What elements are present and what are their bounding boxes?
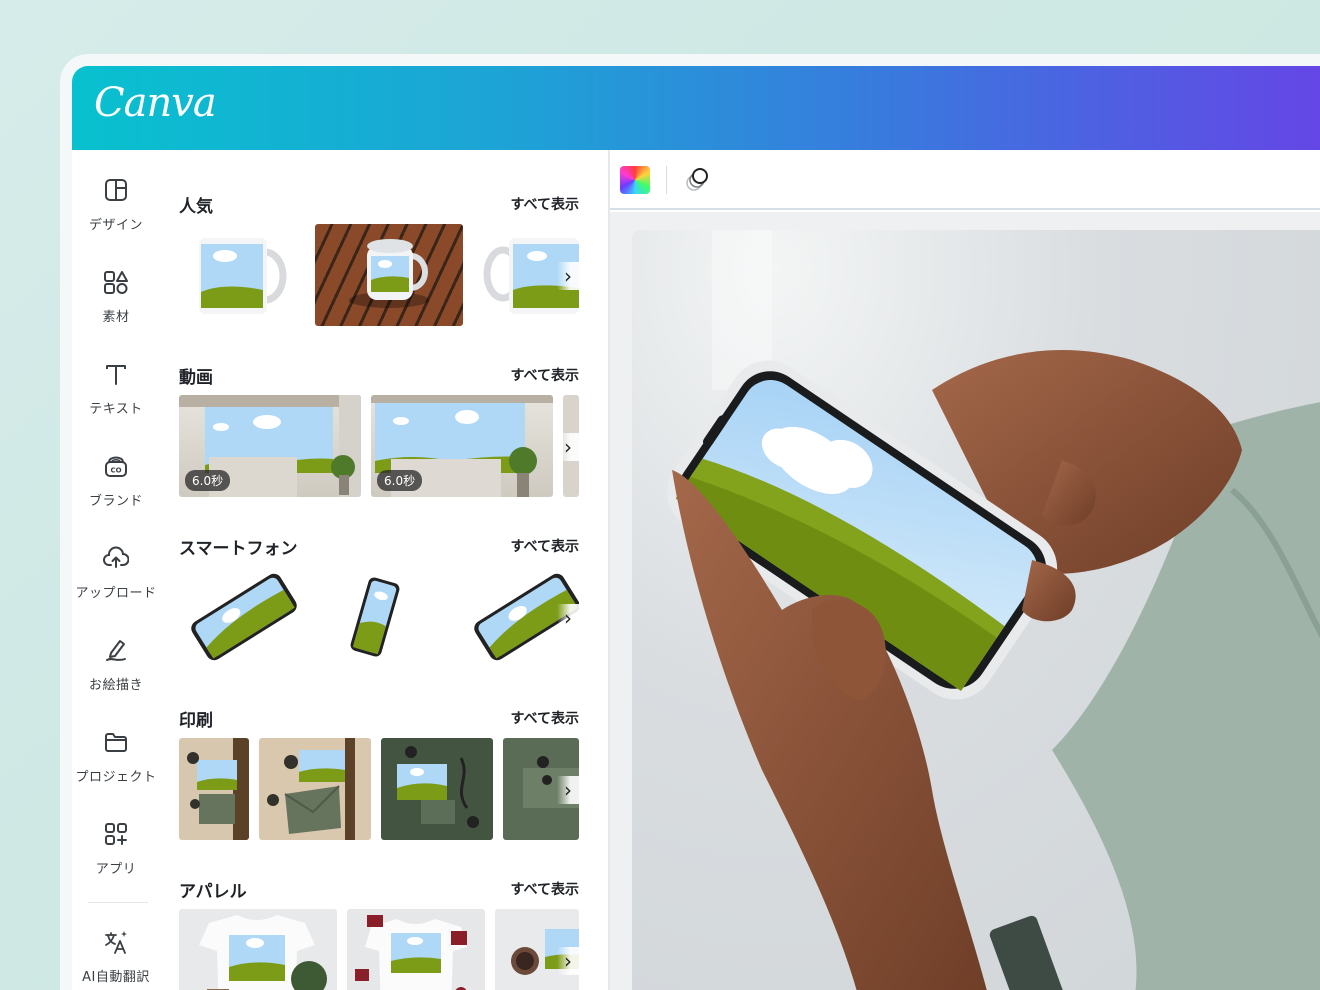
sidebar-item-label: アプリ bbox=[95, 862, 137, 877]
mockup-thumbnail-print[interactable] bbox=[381, 738, 493, 840]
see-all-link[interactable]: すべて表示 bbox=[511, 194, 579, 214]
canvas-area bbox=[610, 212, 1320, 990]
mockup-thumbnail-phone[interactable] bbox=[179, 566, 309, 668]
shapes-icon bbox=[102, 268, 130, 296]
sidebar-item-elements[interactable]: 素材 bbox=[72, 268, 160, 348]
section-apparel: アパレル すべて表示 › bbox=[179, 877, 579, 990]
editor-toolbar bbox=[610, 150, 1320, 210]
sidebar: デザイン 素材 テキスト CO ブランド アップロード お絵描き プロジェクト … bbox=[72, 150, 160, 990]
sidebar-item-label: デザイン bbox=[88, 218, 143, 233]
design-canvas[interactable] bbox=[632, 230, 1320, 990]
see-all-link[interactable]: すべて表示 bbox=[511, 879, 579, 899]
svg-text:CO: CO bbox=[110, 467, 121, 475]
brand-icon: CO bbox=[102, 452, 130, 480]
toolbar-divider bbox=[666, 166, 667, 194]
sidebar-item-projects[interactable]: プロジェクト bbox=[72, 728, 160, 808]
mockup-thumbnail-print[interactable] bbox=[259, 738, 371, 840]
sidebar-item-apps[interactable]: アプリ bbox=[72, 820, 160, 900]
mockup-thumbnail-phone[interactable] bbox=[325, 566, 425, 668]
sidebar-item-ai-translate[interactable]: AI自動翻訳 bbox=[72, 928, 160, 990]
video-thumbnail[interactable]: 6.0秒 bbox=[179, 395, 361, 497]
chevron-right-icon[interactable]: › bbox=[557, 433, 579, 461]
text-icon bbox=[102, 360, 130, 388]
draw-pen-icon bbox=[102, 636, 130, 664]
section-title: アパレル bbox=[179, 882, 247, 902]
sidebar-item-label: お絵描き bbox=[88, 678, 143, 693]
layers-icon[interactable] bbox=[682, 164, 714, 196]
sidebar-item-label: ブランド bbox=[88, 494, 143, 509]
translate-icon bbox=[102, 928, 130, 956]
sidebar-item-brand[interactable]: CO ブランド bbox=[72, 452, 160, 532]
duration-badge: 6.0秒 bbox=[185, 470, 231, 491]
video-thumbnail[interactable]: 6.0秒 bbox=[371, 395, 553, 497]
chevron-right-icon[interactable]: › bbox=[557, 947, 579, 975]
top-bar: Canva bbox=[72, 66, 1320, 150]
section-popular: 人気 すべて表示 › bbox=[179, 192, 579, 326]
color-picker-icon[interactable] bbox=[620, 166, 650, 194]
mockup-thumbnail-tshirt[interactable] bbox=[179, 909, 337, 990]
sidebar-item-design[interactable]: デザイン bbox=[72, 176, 160, 256]
chevron-right-icon[interactable]: › bbox=[557, 776, 579, 804]
section-title: 動画 bbox=[179, 368, 213, 388]
sidebar-item-label: アップロード bbox=[75, 586, 157, 601]
see-all-link[interactable]: すべて表示 bbox=[511, 536, 579, 556]
section-title: 印刷 bbox=[179, 711, 213, 731]
section-print: 印刷 すべて表示 › bbox=[179, 706, 579, 840]
mockup-thumbnail-print[interactable] bbox=[179, 738, 249, 840]
duration-badge: 6.0秒 bbox=[377, 470, 423, 491]
sidebar-item-text[interactable]: テキスト bbox=[72, 360, 160, 440]
section-video: 動画 すべて表示 6.0秒 6.0秒 › bbox=[179, 363, 579, 497]
sidebar-item-draw[interactable]: お絵描き bbox=[72, 636, 160, 716]
chevron-right-icon[interactable]: › bbox=[557, 262, 579, 290]
sidebar-divider bbox=[88, 902, 148, 903]
mockup-thumbnail-mug[interactable] bbox=[179, 224, 303, 326]
mockup-thumbnail-tshirt[interactable] bbox=[347, 909, 485, 990]
upload-cloud-icon bbox=[102, 544, 130, 572]
chevron-right-icon[interactable]: › bbox=[557, 604, 579, 632]
see-all-link[interactable]: すべて表示 bbox=[511, 365, 579, 385]
sidebar-item-label: プロジェクト bbox=[75, 770, 157, 785]
templates-panel: 人気 すべて表示 › 動画 すべて表示 6.0秒 6.0秒 › スマートフォン … bbox=[160, 150, 600, 990]
mockup-thumbnail-mug-table[interactable] bbox=[315, 224, 463, 326]
layout-icon bbox=[102, 176, 130, 204]
app-window: Canva デザイン 素材 テキスト CO ブランド アップロード お絵描き プ… bbox=[60, 54, 1320, 990]
section-smartphone: スマートフォン すべて表示 › bbox=[179, 534, 579, 668]
sidebar-item-label: テキスト bbox=[89, 402, 143, 417]
section-title: 人気 bbox=[179, 197, 213, 217]
folder-icon bbox=[102, 728, 130, 756]
sidebar-item-label: 素材 bbox=[102, 310, 130, 325]
apps-grid-icon bbox=[102, 820, 130, 848]
section-title: スマートフォン bbox=[179, 539, 298, 559]
see-all-link[interactable]: すべて表示 bbox=[511, 708, 579, 728]
phone-mockup-photo bbox=[666, 230, 1320, 990]
canva-logo[interactable]: Canva bbox=[94, 80, 217, 126]
sidebar-item-label: AI自動翻訳 bbox=[82, 970, 150, 985]
sidebar-item-upload[interactable]: アップロード bbox=[72, 544, 160, 624]
